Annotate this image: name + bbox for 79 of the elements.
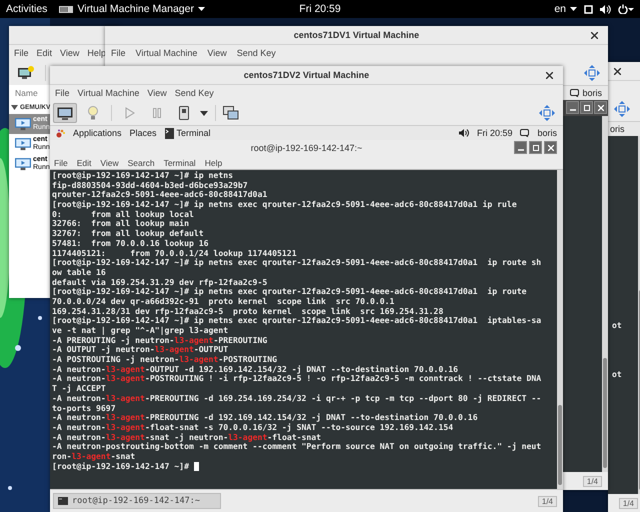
maximize-button[interactable] (580, 101, 593, 114)
maximize-button[interactable] (529, 141, 542, 154)
menu-item[interactable]: View (147, 88, 167, 98)
user-menu[interactable]: boris (537, 128, 557, 138)
menu-item[interactable]: Terminal (164, 158, 196, 168)
activities-button[interactable]: Activities (6, 3, 48, 15)
maximize-icon (532, 144, 538, 150)
window-title: centos71DV2 Virtual Machine (244, 70, 370, 80)
user-icon (570, 89, 580, 97)
vm-monitor-icon (15, 118, 31, 130)
vm-monitor-icon (15, 158, 31, 170)
terminal-text: ot (612, 370, 623, 379)
language-menu[interactable]: en (554, 3, 577, 15)
close-button[interactable] (544, 141, 557, 154)
places-menu[interactable]: Places (130, 128, 157, 138)
workspace-indicator[interactable]: 1/4 (618, 498, 638, 508)
taskbar-item[interactable]: root@ip-192-169-142-147:~ (53, 493, 221, 509)
console-button[interactable] (53, 103, 77, 123)
expander-icon[interactable] (11, 104, 18, 111)
caret-icon (198, 7, 205, 11)
menu-item[interactable]: Send Key (174, 88, 214, 98)
vm-manager-icon (59, 4, 74, 14)
move-icon[interactable] (614, 101, 630, 117)
menu-item[interactable]: Search (128, 158, 155, 168)
menu-item[interactable]: Help (87, 48, 106, 58)
app-menu[interactable]: Virtual Machine Manager (59, 3, 205, 15)
gnome-foot-icon (56, 128, 65, 138)
terminal-icon (58, 497, 68, 505)
workspace-indicator[interactable]: 1/4 (582, 476, 602, 486)
close-icon (548, 144, 554, 150)
window-title: centos71DV1 Virtual Machine (294, 30, 420, 40)
menu-item[interactable]: Virtual Machine (136, 48, 198, 58)
terminal-title: root@ip-192-169-142-147:~ (250, 143, 362, 153)
menu-item[interactable]: Virtual Machine (78, 88, 140, 98)
vm-monitor-icon (15, 138, 31, 150)
clock[interactable]: Fri 20:59 (299, 3, 341, 15)
menu-item[interactable]: Send Key (236, 48, 276, 58)
clock[interactable]: Fri 20:59 (476, 128, 512, 138)
close-icon[interactable] (591, 32, 598, 39)
menu-item[interactable]: Help (204, 158, 222, 168)
menu-item[interactable]: File (111, 48, 126, 58)
volume-icon[interactable] (600, 4, 611, 14)
power-switch-icon (179, 106, 189, 120)
close-icon (598, 104, 604, 110)
terminal-output: [root@ip-192-169-142-147 ~]# ip netns fip-d8803504-93dd-4604-b3ed-d6bce93a29b7 qrouter-12faa2c9-5091-4eee-adc6-80c88417d0a1 [root@ip-192-169-142-147 ~]# ip netns exec qrouter-12faa2c9-5091-4eee-adc6-80c88417d0a1 ip rule 0: from all lookup local 32766: from all lookup main 32767: from all lookup default 57481: from 70.0.0.16 lookup 16 1174405121: from 70.0.0.1/24 lookup 1174405121 [root@ip-192-169-142-147 ~]# ip netns exec qrouter-12faa2c9-5091-4eee-adc6-80c88417d0a1 ip route sh ow table 16 default via 169.254.31.29 dev rfp-12faa2c9-5 [root@ip-192-169-142-147 ~]# ip netns exec qrouter-12faa2c9-5091-4eee-adc6-80c88417d0a1 ip route 70.0.0.0/24 dev qr-a66d392c-91 proto kernel scope link src 70.0.0.1 169.254.31.28/31 dev rfp-12faa2c9-5 proto kernel scope link src 169.254.31.28 [root@ip-192-169-142-147 ~]# ip netns exec qrouter-12faa2c9-5091-4eee-adc6-80c88417d0a1 iptables-sa ve -t nat | grep "^-A"|grep l3-agent -A PREROUTING -j neutron-l3-agent-PREROUTING -A OUTPUT -j neutron-l3-agent-OUTPUT -A POSTROUTING -j neutron-l3-agent-POSTROUTING -A neutron-l3-agent-OUTPUT -d 192.169.142.154/32 -j DNAT --to-destination 70.0.0.16 -A neutron-l3-agent-POSTROUTING ! -i rfp-12faa2c9-5 ! -o rfp-12faa2c9-5 -m conntrack ! --ctstate DNA T -j ACCEPT -A neutron-l3-agent-PREROUTING -d 169.254.169.254/32 -i qr-+ -p tcp -m tcp --dport 80 -j REDIRECT -- to-ports 9697 -A neutron-l3-agent-PREROUTING -d 192.169.142.154/32 -j DNAT --to-destination 70.0.0.16 -A neutron-l3-agent-float-snat -s 70.0.0.16/32 -j SNAT --to-source 192.169.142.154 -A neutron-l3-agent-snat -j neutron-l3-agent-float-snat -A neutron-postrouting-bottom -m comment --comment "Perform source NAT on outgoing traffic." -j neut ron-l3-agent-snat [root@ip-192-169-142-147 ~]# (51, 170, 542, 473)
new-vm-icon[interactable] (17, 66, 35, 80)
minimize-button[interactable] (514, 141, 527, 154)
volume-icon[interactable] (458, 129, 469, 137)
terminal-task[interactable]: Terminal (164, 128, 211, 138)
move-icon[interactable] (539, 105, 555, 121)
menu-item[interactable]: File (14, 48, 29, 58)
terminal-icon (164, 128, 174, 138)
move-icon[interactable] (584, 65, 600, 81)
power-icon[interactable] (618, 4, 634, 14)
menu-item[interactable]: Edit (36, 48, 52, 58)
pause-icon (152, 107, 162, 119)
user-menu[interactable]: boris (582, 88, 602, 98)
workspace-indicator[interactable]: 1/4 (538, 496, 557, 506)
minimize-button[interactable] (566, 101, 579, 114)
close-icon[interactable] (614, 68, 621, 74)
menu-item[interactable]: Edit (76, 158, 92, 168)
user-icon (520, 129, 530, 137)
menu-item[interactable]: File (54, 158, 68, 168)
menu-item[interactable]: View (60, 48, 80, 58)
scrollbar-thumb[interactable] (603, 358, 607, 468)
caret-icon (570, 7, 577, 11)
terminal-text: ot (612, 321, 623, 330)
scrollbar-thumb[interactable] (558, 405, 562, 485)
monitor-icon (57, 106, 73, 120)
applications-menu[interactable]: Applications (73, 128, 122, 138)
maximize-icon (584, 104, 590, 110)
menu-item[interactable]: View (100, 158, 119, 168)
close-icon[interactable] (546, 72, 553, 79)
play-icon (125, 107, 135, 119)
light-bulb-icon (88, 106, 98, 120)
menu-item[interactable]: File (55, 88, 70, 98)
screens-icon[interactable] (223, 106, 239, 120)
menu-item[interactable]: View (207, 48, 227, 58)
close-button[interactable] (594, 101, 607, 114)
